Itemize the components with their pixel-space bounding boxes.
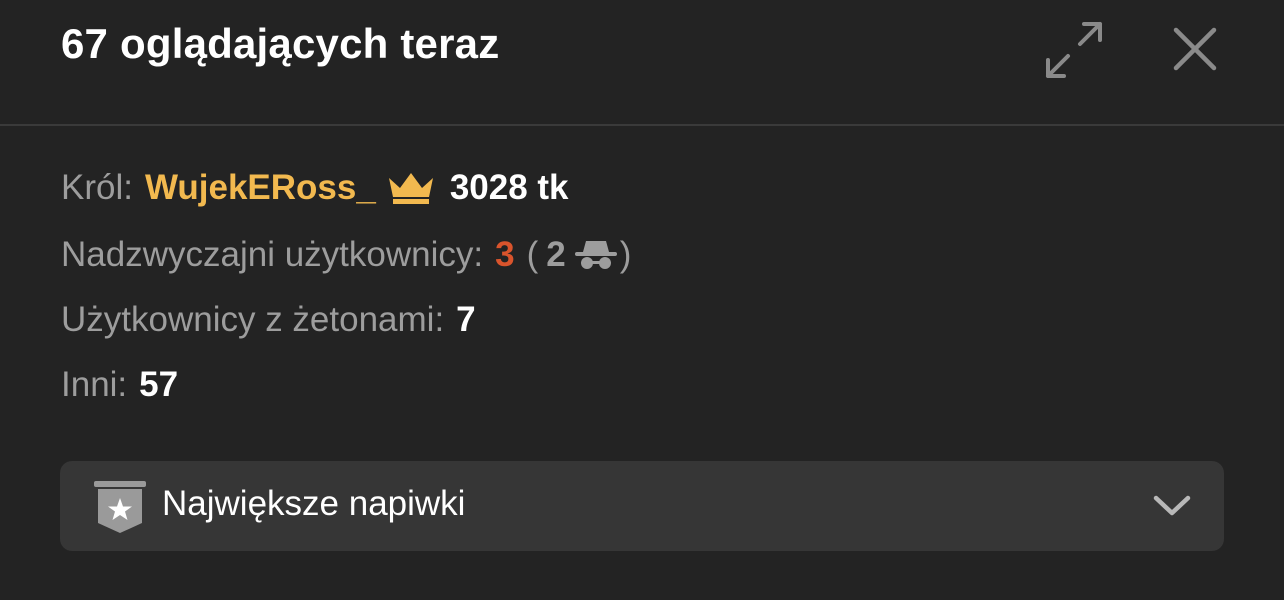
star-badge-icon [94, 481, 146, 533]
crown-icon [388, 173, 433, 204]
others-count: 57 [139, 365, 179, 404]
expand-button[interactable] [1044, 20, 1104, 80]
open-paren: ( [526, 235, 539, 274]
top-tips-label: Największe napiwki [162, 484, 466, 523]
others-label: Inni: [61, 365, 128, 404]
viewers-title: 67 oglądających teraz [61, 20, 500, 67]
token-users-count: 7 [456, 300, 476, 339]
super-users-row: Nadzwyczajni użytkownicy: 3 ( 2 ) [61, 227, 631, 283]
close-paren: ) [619, 235, 632, 274]
king-row: Król: WujekERoss_ 3028 tk [61, 160, 569, 216]
king-username[interactable]: WujekERoss_ [145, 168, 376, 208]
close-x-icon [1173, 27, 1217, 71]
token-users-label: Użytkownicy z żetonami: [61, 300, 445, 339]
incognito-spy-icon [574, 241, 617, 269]
viewers-panel: 67 oglądających teraz Król: WujekERoss_ … [0, 0, 1284, 600]
token-users-row: Użytkownicy z żetonami: 7 [61, 292, 476, 348]
anonymous-count: 2 [546, 235, 566, 274]
others-row: Inni: 57 [61, 357, 178, 413]
king-label: Król: [61, 168, 133, 207]
top-tips-dropdown[interactable]: Największe napiwki [60, 461, 1224, 551]
king-tokens: 3028 tk [449, 168, 569, 207]
panel-header: 67 oglądających teraz [0, 0, 1284, 126]
close-button[interactable] [1168, 22, 1222, 76]
super-users-label: Nadzwyczajni użytkownicy: [61, 235, 484, 274]
super-users-count: 3 [495, 235, 515, 274]
expand-arrows-icon [1046, 22, 1102, 78]
chevron-down-icon [1153, 495, 1191, 516]
